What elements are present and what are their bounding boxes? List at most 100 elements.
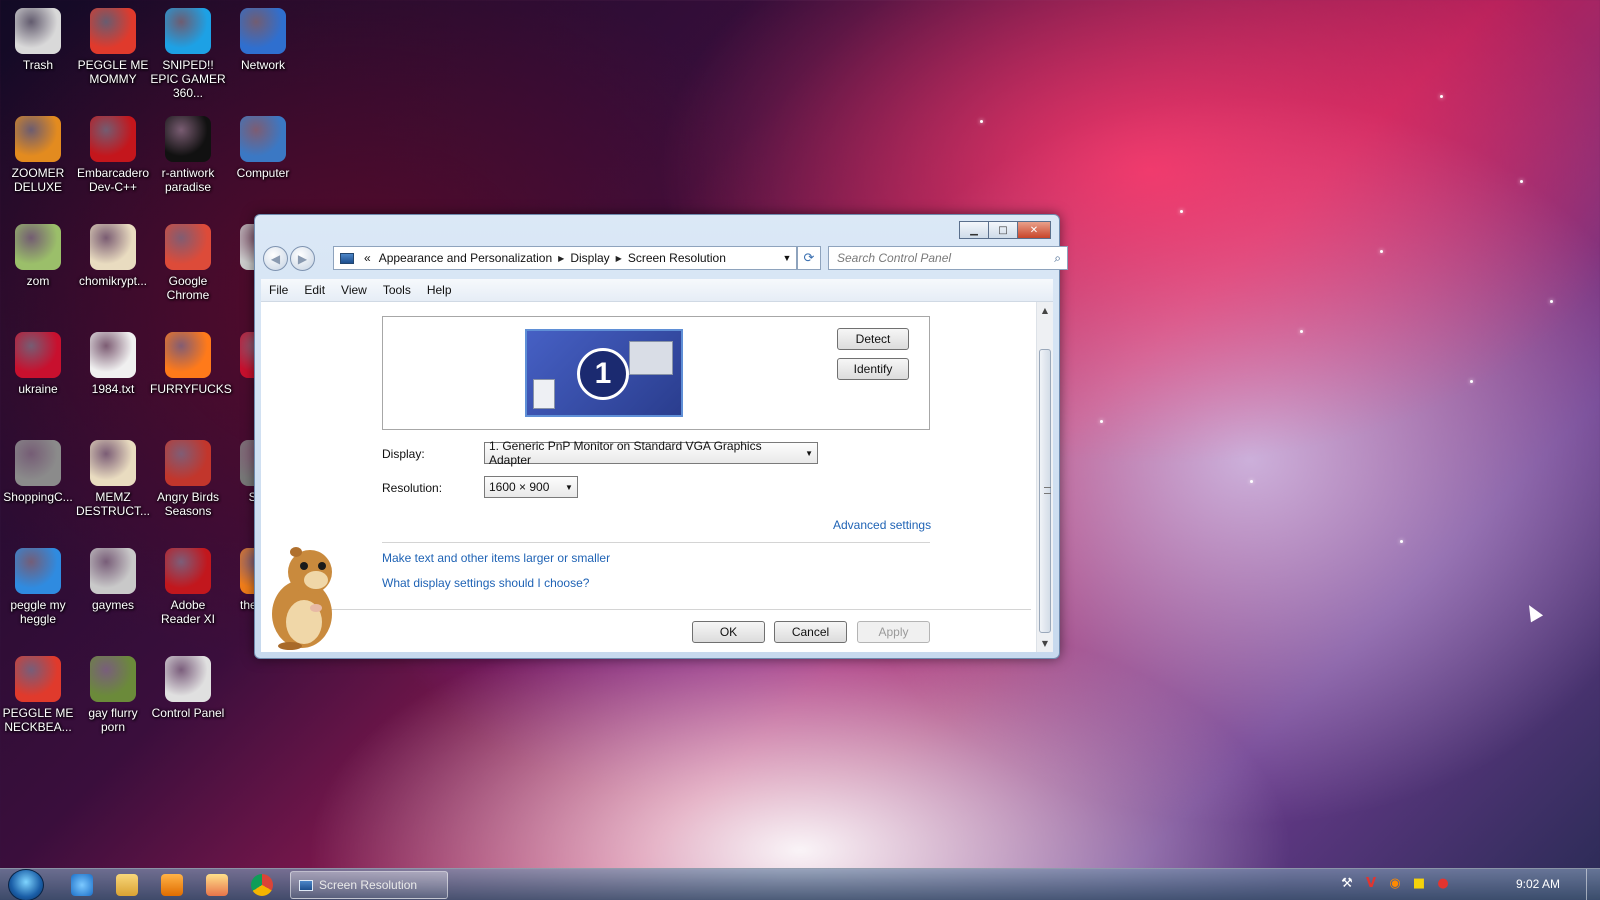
desktop-icon-label: Google Chrome [166,274,210,302]
menu-view[interactable]: View [333,283,375,297]
desktop-icon[interactable]: ZOOMER DELUXE [0,116,76,194]
monitor-number: 1 [577,348,629,400]
show-desktop-button[interactable] [1586,869,1600,900]
divider [321,609,1031,610]
desktop-icon[interactable]: Google Chrome [150,224,226,302]
menu-tools[interactable]: Tools [375,283,419,297]
back-button[interactable]: ◀ [263,246,288,271]
desktop-icon[interactable]: zom [0,224,76,288]
forward-button[interactable]: ▶ [290,246,315,271]
cancel-button[interactable]: Cancel [774,621,847,643]
desktop-icon-label: Control Panel [151,706,225,720]
explorer-icon[interactable] [116,874,138,896]
text-size-link[interactable]: Make text and other items larger or smal… [382,551,610,565]
advanced-settings-link[interactable]: Advanced settings [833,518,931,532]
flower-icon [15,224,61,270]
tray-sound-icon[interactable]: ● [1436,877,1450,891]
search-icon[interactable]: ⌕ [1054,251,1061,266]
desktop-icon-label: Network [240,58,285,72]
close-button[interactable]: ✕ [1017,221,1051,239]
chevron-right-icon[interactable]: ▶ [556,254,566,263]
search-input[interactable]: Search Control Panel ⌕ [828,246,1068,270]
address-bar[interactable]: « Appearance and Personalization ▶ Displ… [333,246,797,270]
resolution-select[interactable]: 1600 × 900 ▼ [484,476,578,498]
desktop-icon[interactable]: 1984.txt [75,332,151,396]
chevron-right-icon[interactable]: ▶ [614,254,624,263]
ok-button[interactable]: OK [692,621,765,643]
clock[interactable]: 9:02 AM [1516,877,1560,891]
chevron-down-icon: ▼ [565,482,573,492]
display-select-value: 1. Generic PnP Monitor on Standard VGA G… [489,439,762,467]
internet-explorer-icon[interactable] [71,874,93,896]
display-label: Display: [382,447,425,461]
desktop-icon-label: Angry Birds Seasons [156,490,220,518]
chevron-down-icon[interactable]: ▼ [778,253,796,263]
desktop-icon[interactable]: FURRYFUCKS [150,332,232,396]
desktop-icon-label: Embarcadero Dev-C++ [76,166,150,194]
search-placeholder: Search Control Panel [837,251,952,265]
menu-file[interactable]: File [261,283,296,297]
desktop-icon[interactable]: Angry Birds Seasons [150,440,226,518]
identify-button[interactable]: Identify [837,358,909,380]
breadcrumb-screen-resolution[interactable]: Screen Resolution [624,251,730,265]
desktop-icon-label: r-antiwork paradise [161,166,215,194]
document-icon [533,379,555,409]
dev-cpp-icon [90,116,136,162]
desktop-icon[interactable]: Network [225,8,301,72]
breadcrumb-overflow[interactable]: « [360,251,375,265]
radiation-icon [15,332,61,378]
navigation-bar: ◀ ▶ « Appearance and Personalization ▶ D… [263,245,1068,271]
taskbar-screen-resolution[interactable]: Screen Resolution [290,871,448,899]
vertical-scrollbar[interactable]: ▲ ▼ [1036,302,1053,652]
network-icon [240,8,286,54]
media-player-icon[interactable] [161,874,183,896]
display-select[interactable]: 1. Generic PnP Monitor on Standard VGA G… [484,439,818,467]
maximize-button[interactable]: □ [988,221,1018,239]
desktop-icon[interactable]: Trash [0,8,76,72]
breadcrumb-appearance[interactable]: Appearance and Personalization [375,251,556,265]
desktop-icon[interactable]: Computer [225,116,301,180]
desktop-icon[interactable]: PEGGLE ME MOMMY [75,8,151,86]
tray-flag-icon[interactable]: ■ [1412,877,1426,891]
apply-button[interactable]: Apply [857,621,930,643]
resolution-select-value: 1600 × 900 [489,480,550,494]
desktop-icon[interactable]: chomikrypt... [75,224,151,288]
scroll-up-arrow-icon[interactable]: ▲ [1037,302,1053,319]
desktop-icon[interactable]: gaymes [75,548,151,612]
tray-v-icon[interactable]: V [1364,877,1378,891]
start-button[interactable] [8,869,44,900]
menu-edit[interactable]: Edit [296,283,333,297]
tray-app-icon[interactable]: ◉ [1388,877,1402,891]
desktop-icon-label: PEGGLE ME MOMMY [77,58,149,86]
hamster-mascot-icon [272,547,332,650]
desktop-icon[interactable]: peggle my heggle [0,548,76,626]
desktop-icon[interactable]: MEMZ DESTRUCT... [75,440,151,518]
peggle-icon [15,548,61,594]
desktop-icon[interactable]: SNIPED!! EPIC GAMER 360... [150,8,226,100]
refresh-button[interactable]: ⟳ [797,246,821,270]
desktop-icon[interactable]: Control Panel [150,656,226,720]
minimize-button[interactable]: ▁ [959,221,989,239]
scrollbar-thumb[interactable] [1039,349,1051,633]
desktop-icon[interactable]: r-antiwork paradise [150,116,226,194]
desktop-icon-label: ZOOMER DELUXE [11,166,65,194]
desktop-icon[interactable]: ShoppingC... [0,440,76,504]
display-help-link[interactable]: What display settings should I choose? [382,576,589,590]
desktop-icon[interactable]: Adobe Reader XI [150,548,226,626]
menu-help[interactable]: Help [419,283,460,297]
desktop-icon[interactable]: ukraine [0,332,76,396]
box-game-icon [90,656,136,702]
chrome-icon[interactable] [251,874,273,896]
tray-tool-icon[interactable]: ⚒ [1340,877,1354,891]
scroll-down-arrow-icon[interactable]: ▼ [1037,635,1053,652]
desktop-icon[interactable]: Embarcadero Dev-C++ [75,116,151,194]
paint-icon[interactable] [206,874,228,896]
detect-button[interactable]: Detect [837,328,909,350]
desktop-icon-label: SNIPED!! EPIC GAMER 360... [150,58,226,100]
screen-resolution-window: ▁ □ ✕ ◀ ▶ « Appearance and Personalizati… [254,214,1068,659]
desktop-icon[interactable]: PEGGLE ME NECKBEA... [0,656,76,734]
breadcrumb-display[interactable]: Display [566,251,613,265]
desktop-icon[interactable]: gay flurry porn [75,656,151,734]
desktop-icon-label: gaymes [91,598,135,612]
monitor-1-tile[interactable]: 1 [525,329,683,417]
